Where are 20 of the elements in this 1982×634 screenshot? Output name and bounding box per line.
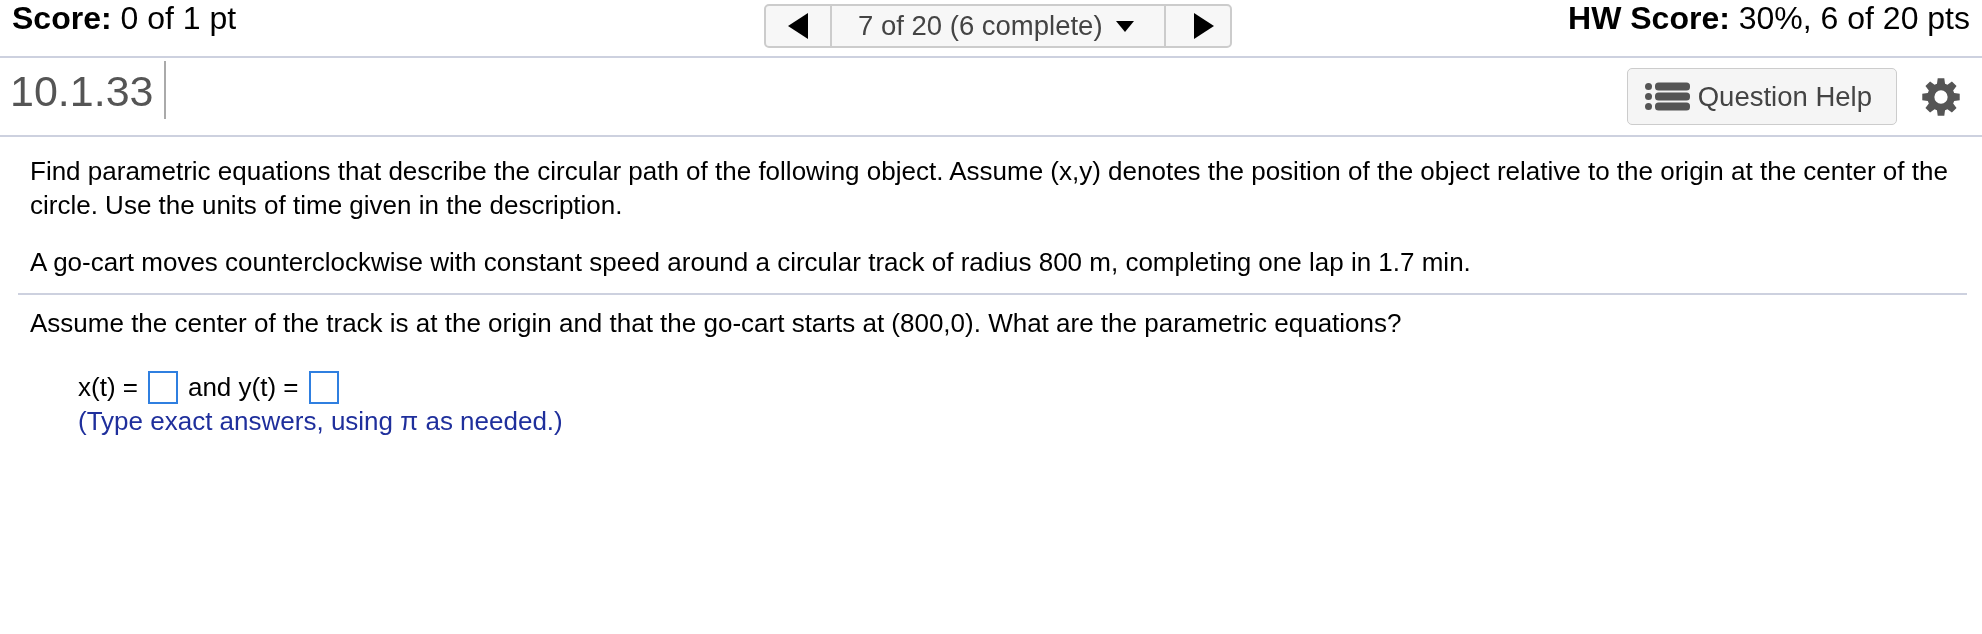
hint-text: (Type exact answers, using π as needed.) — [77, 405, 564, 438]
answer-box[interactable] — [147, 370, 178, 404]
right-triangle-icon — [1194, 13, 1214, 39]
prompt-text: Assume the center of the track is at the origin and that the go-cart starts at (800,0). What are the parametric equations? — [29, 307, 1403, 340]
equation-label: x(t) = — [78, 371, 138, 404]
previous-button[interactable] — [764, 4, 832, 48]
caret-down-icon — [1115, 20, 1134, 32]
question-selector-button[interactable]: 7 of 20 (6 complete) — [830, 4, 1166, 48]
question-number: 10.1.33 — [10, 69, 154, 113]
equation-label: and y(t) = — [187, 371, 299, 404]
answer-box[interactable] — [308, 370, 339, 404]
settings-icon[interactable] — [1922, 77, 1960, 116]
question-help-button[interactable]: Question Help — [1626, 68, 1897, 125]
left-triangle-icon — [788, 13, 808, 39]
problem-text: A go-cart moves counterclockwise with constant speed around a circular track of radius 800 m, completing one lap in 1.7 min. — [18, 245, 1967, 295]
next-button[interactable] — [1164, 4, 1232, 48]
hw-score-text: HW Score: 30%, 6 of 20 pts — [1568, 0, 1970, 38]
score-text: Score: 0 of 1 pt — [12, 0, 237, 38]
list-icon — [1644, 82, 1690, 111]
instructions-text: Find parametric equations that describe the circular path of the following object. Assume (x,y) denotes the position of the object relative to the origin at the center of the circle. Use the units of time given in the description. — [29, 155, 1949, 222]
